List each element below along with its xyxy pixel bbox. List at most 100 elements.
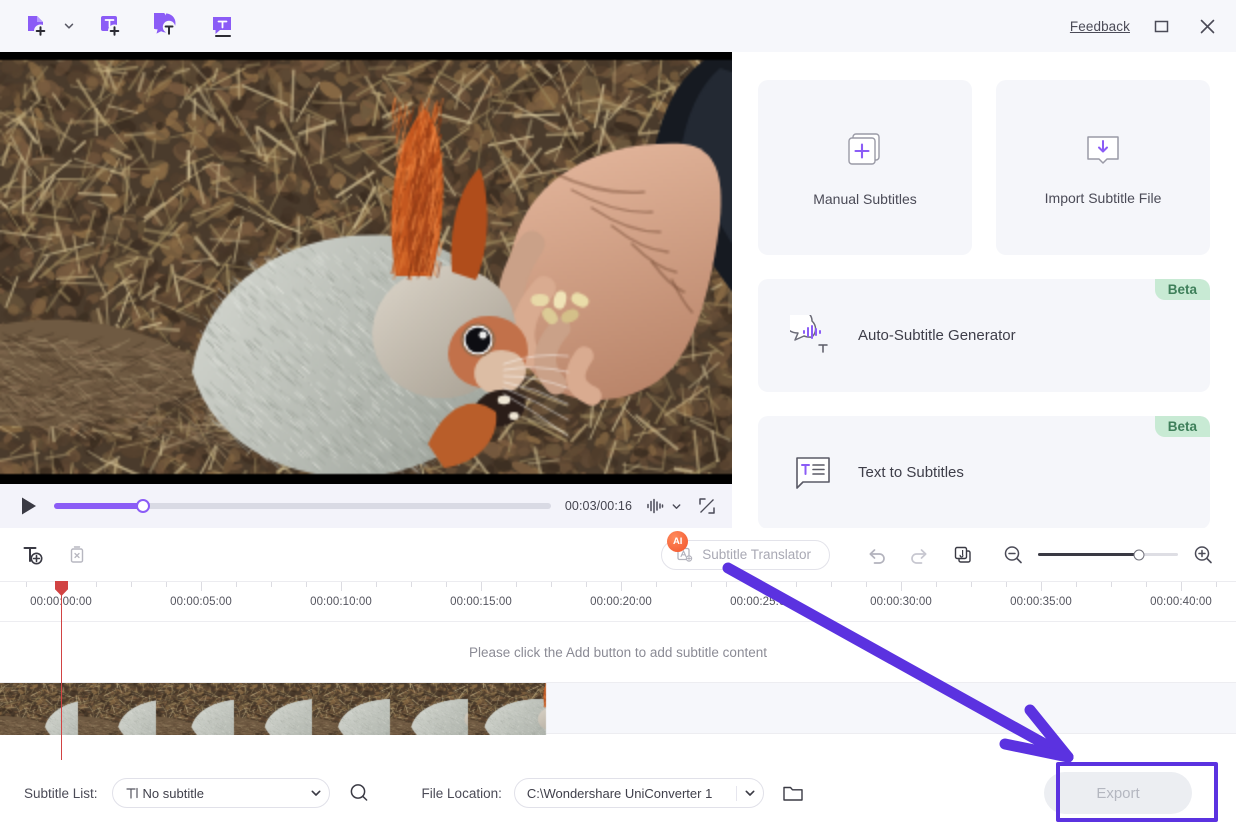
auto-subtitle-button[interactable] bbox=[144, 6, 190, 46]
ruler-tick-minor bbox=[691, 582, 692, 587]
merge-subtitles-button[interactable] bbox=[946, 538, 980, 572]
speech-bubble-t-icon bbox=[154, 13, 176, 35]
subtitle-options-panel: Manual Subtitles Import Subtitle File Be… bbox=[732, 52, 1236, 529]
file-plus-icon bbox=[28, 16, 47, 38]
text-to-subtitle-button[interactable] bbox=[200, 6, 246, 46]
redo-icon bbox=[911, 548, 927, 564]
fullscreen-icon bbox=[699, 498, 715, 514]
search-subtitle-button[interactable] bbox=[344, 778, 374, 808]
stacked-pages-plus-icon bbox=[848, 132, 880, 165]
ruler-label: 00:00:15:00 bbox=[450, 596, 512, 608]
zoom-in-button[interactable] bbox=[1186, 538, 1220, 572]
folder-icon bbox=[783, 786, 803, 801]
open-folder-button[interactable] bbox=[778, 778, 808, 808]
player-controls: 00:03/00:16 bbox=[0, 484, 732, 528]
maximize-button[interactable] bbox=[1146, 11, 1176, 41]
video-clip[interactable] bbox=[0, 683, 548, 735]
add-text-button[interactable] bbox=[88, 6, 134, 46]
timecode-display: 00:03/00:16 bbox=[564, 499, 632, 513]
video-track-zone bbox=[0, 682, 1236, 735]
ruler-tick-minor bbox=[586, 582, 587, 587]
chat-t-icon bbox=[213, 17, 231, 37]
ruler-tick-minor bbox=[1076, 582, 1077, 587]
subtitle-list-dropdown[interactable]: No subtitle bbox=[111, 778, 330, 808]
ruler-tick-minor bbox=[516, 582, 517, 587]
subtitle-translator-label: Subtitle Translator bbox=[702, 547, 811, 562]
fullscreen-button[interactable] bbox=[694, 491, 720, 521]
beta-badge: Beta bbox=[1154, 416, 1210, 437]
ruler-label: 00:00:30:00 bbox=[870, 596, 932, 608]
ruler-label: 00:00:05:00 bbox=[170, 596, 232, 608]
delete-subtitle-button[interactable] bbox=[60, 538, 94, 572]
redo-button[interactable] bbox=[902, 538, 936, 572]
ruler-tick-minor bbox=[376, 582, 377, 587]
text-lines-bubble-icon bbox=[796, 456, 830, 489]
add-subtitle-button[interactable] bbox=[16, 538, 50, 572]
ruler-label: 00:00:40:00 bbox=[1150, 596, 1212, 608]
auto-subtitle-generator-label: Auto-Subtitle Generator bbox=[858, 327, 1016, 344]
zoom-out-button[interactable] bbox=[996, 538, 1030, 572]
chevron-down-icon[interactable] bbox=[737, 788, 763, 798]
ruler-label: 00:00:10:00 bbox=[310, 596, 372, 608]
title-bar-tools bbox=[0, 6, 246, 46]
timeline-zoom-slider[interactable] bbox=[1038, 545, 1178, 565]
ruler-tick-major bbox=[1181, 582, 1182, 591]
import-subtitle-file-card[interactable]: Import Subtitle File bbox=[996, 80, 1210, 255]
chevron-down-icon bbox=[64, 23, 74, 29]
audio-wave-icon bbox=[647, 498, 664, 514]
play-button[interactable] bbox=[12, 489, 46, 523]
add-media-button[interactable] bbox=[14, 6, 60, 46]
manual-subtitles-label: Manual Subtitles bbox=[813, 190, 917, 207]
close-button[interactable] bbox=[1192, 11, 1222, 41]
auto-subtitle-generator-card[interactable]: Beta Auto-Subtitle Generator bbox=[758, 279, 1210, 392]
ruler-tick-minor bbox=[1111, 582, 1112, 587]
volume-caret[interactable] bbox=[668, 491, 684, 521]
manual-subtitles-card[interactable]: Manual Subtitles bbox=[758, 80, 972, 255]
ruler-tick-minor bbox=[271, 582, 272, 587]
ruler-tick-major bbox=[481, 582, 482, 591]
ruler-tick-major bbox=[761, 582, 762, 591]
search-icon bbox=[350, 784, 367, 801]
uniconverter-subtitle-editor-window: Feedback 00:03/00:16 Manual Subtitles Im… bbox=[0, 0, 1236, 826]
file-location-dropdown[interactable]: C:\Wondershare UniConverter 1 bbox=[513, 778, 764, 808]
window-controls: Feedback bbox=[1070, 11, 1236, 41]
text-cursor-icon bbox=[125, 787, 138, 799]
subtitle-edit-toolbar: AI Subtitle Translator bbox=[0, 528, 1236, 582]
ruler-tick-minor bbox=[166, 582, 167, 587]
zoom-in-icon bbox=[1194, 545, 1212, 563]
play-icon bbox=[22, 497, 36, 515]
feedback-link[interactable]: Feedback bbox=[1070, 19, 1130, 34]
ruler-tick-minor bbox=[96, 582, 97, 587]
ruler-tick-minor bbox=[551, 582, 552, 587]
subtitle-list-value: No subtitle bbox=[142, 785, 204, 801]
ruler-tick-minor bbox=[796, 582, 797, 587]
ruler-tick-major bbox=[901, 582, 902, 591]
seek-bar[interactable] bbox=[54, 499, 551, 513]
toolbar-dropdown-caret[interactable] bbox=[60, 6, 78, 46]
title-bar: Feedback bbox=[0, 0, 1236, 52]
add-text-icon bbox=[23, 546, 43, 564]
timeline-ruler[interactable]: 00:00:00:00 00:00:05:00 00:00:10:00 00:00:1… bbox=[0, 582, 1236, 622]
ruler-tick-minor bbox=[1146, 582, 1147, 587]
ruler-tick-minor bbox=[971, 582, 972, 587]
text-to-subtitles-card[interactable]: Beta Text to Subtitles bbox=[758, 416, 1210, 529]
seek-handle[interactable] bbox=[136, 499, 151, 513]
import-subtitle-file-label: Import Subtitle File bbox=[1044, 189, 1162, 206]
zoom-slider-handle[interactable] bbox=[1133, 549, 1145, 560]
trash-delete-icon bbox=[70, 545, 84, 563]
ruler-tick-major bbox=[1041, 582, 1042, 591]
volume-button[interactable] bbox=[642, 491, 668, 521]
chevron-down-icon[interactable] bbox=[303, 788, 329, 798]
file-location-label: File Location: bbox=[421, 785, 502, 801]
undo-button[interactable] bbox=[860, 538, 894, 572]
text-to-subtitles-label: Text to Subtitles bbox=[858, 464, 964, 481]
close-icon bbox=[1200, 19, 1214, 33]
export-button[interactable]: Export bbox=[1044, 772, 1192, 814]
empty-hint-text: Please click the Add button to add subti… bbox=[469, 644, 767, 660]
ruler-label: 00:00:00:00 bbox=[30, 596, 92, 608]
ruler-tick-major bbox=[61, 582, 62, 591]
video-preview[interactable] bbox=[0, 52, 732, 484]
ruler-label: 00:00:35:00 bbox=[1010, 596, 1072, 608]
seek-fill bbox=[54, 503, 144, 509]
ruler-tick-major bbox=[341, 582, 342, 591]
